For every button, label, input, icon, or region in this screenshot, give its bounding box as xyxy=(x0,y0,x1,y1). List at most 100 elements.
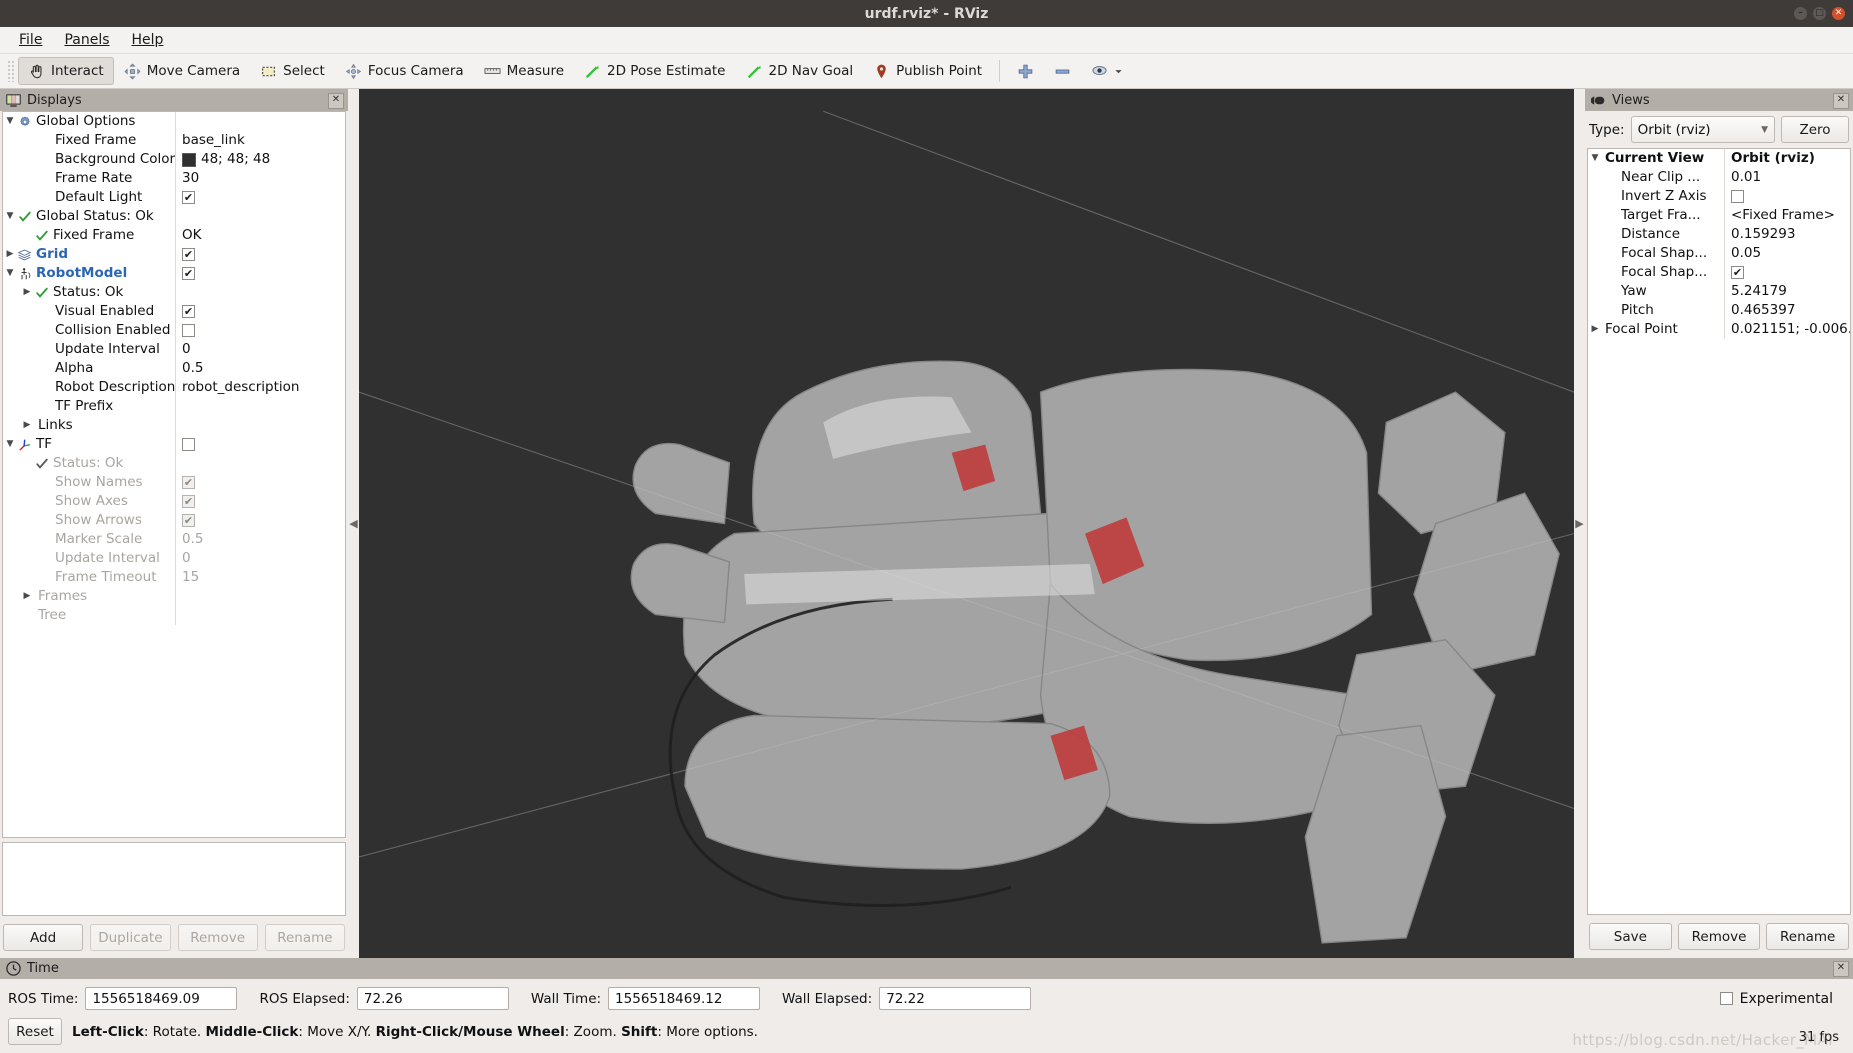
views-tree[interactable]: ▼ Current View Orbit (rviz) Near Clip ... 0.… xyxy=(1587,148,1851,915)
save-view-button[interactable]: Save xyxy=(1589,923,1672,950)
displays-tree-row[interactable]: ▼ RobotModel ✔ xyxy=(3,264,345,283)
tool-interact[interactable]: Interact xyxy=(18,57,114,85)
displays-row-checkbox[interactable]: ✔ xyxy=(182,438,195,451)
views-row-checkbox[interactable]: ✔ xyxy=(1731,266,1744,279)
displays-tree-row[interactable]: Background Color 48; 48; 48 xyxy=(3,150,345,169)
expander-right-icon[interactable]: ▶ xyxy=(20,416,34,435)
displays-tree-row[interactable]: Fixed Frame OK xyxy=(3,226,345,245)
views-row-value-cell[interactable]: ✔ xyxy=(1724,263,1850,282)
time-close-icon[interactable]: ✕ xyxy=(1833,961,1849,977)
maximize-button[interactable]: □ xyxy=(1813,7,1826,20)
remove-display-button[interactable]: Remove xyxy=(177,924,258,951)
tool-visibility[interactable] xyxy=(1081,57,1133,85)
experimental-checkbox[interactable]: ✔ xyxy=(1719,992,1733,1005)
views-row-value-cell[interactable]: 0.05 xyxy=(1724,244,1850,263)
displays-row-checkbox[interactable]: ✔ xyxy=(182,267,195,280)
displays-row-value-cell[interactable]: ✔ xyxy=(175,321,345,340)
displays-row-value-cell[interactable]: 0 xyxy=(175,340,345,359)
time-field-input[interactable]: 72.26 xyxy=(356,987,509,1010)
views-row-value-cell[interactable]: 0.159293 xyxy=(1724,225,1850,244)
toolbar-grip[interactable] xyxy=(7,60,15,82)
views-row-value-cell[interactable]: 0.01 xyxy=(1724,168,1850,187)
displays-tree-row[interactable]: Update Interval 0 xyxy=(3,549,345,568)
views-row-value-cell[interactable]: 0.465397 xyxy=(1724,301,1850,320)
displays-row-value-cell[interactable] xyxy=(175,397,345,416)
expander-right-icon[interactable]: ▶ xyxy=(20,587,34,606)
displays-row-checkbox[interactable]: ✔ xyxy=(182,324,195,337)
reset-button[interactable]: Reset xyxy=(8,1018,62,1045)
views-tree-row[interactable]: Invert Z Axis ✔ xyxy=(1588,187,1850,206)
views-tree-row[interactable]: Pitch 0.465397 xyxy=(1588,301,1850,320)
displays-row-value-cell[interactable] xyxy=(175,454,345,473)
zero-view-button[interactable]: Zero xyxy=(1781,116,1849,143)
views-tree-row[interactable]: Focal Shap... 0.05 xyxy=(1588,244,1850,263)
time-field-input[interactable]: 1556518469.09 xyxy=(85,987,238,1010)
expander-right-icon[interactable]: ▶ xyxy=(20,283,34,302)
displays-tree-row[interactable]: Robot Description robot_description xyxy=(3,378,345,397)
views-row-value-cell[interactable]: <Fixed Frame> xyxy=(1724,206,1850,225)
displays-tree-row[interactable]: Status: Ok xyxy=(3,454,345,473)
displays-tree-row[interactable]: Update Interval 0 xyxy=(3,340,345,359)
tool-2d-nav-goal[interactable]: 2D Nav Goal xyxy=(736,57,864,85)
displays-tree-row[interactable]: Frame Timeout 15 xyxy=(3,568,345,587)
minimize-button[interactable]: – xyxy=(1794,7,1807,20)
displays-tree-row[interactable]: Frame Rate 30 xyxy=(3,169,345,188)
displays-row-checkbox[interactable]: ✔ xyxy=(182,248,195,261)
displays-tree-row[interactable]: Marker Scale 0.5 xyxy=(3,530,345,549)
views-row-value-cell[interactable]: Orbit (rviz) xyxy=(1724,149,1850,168)
displays-row-value-cell[interactable]: ✔ xyxy=(175,245,345,264)
displays-tree[interactable]: ▼ Global Options Fixed Frame base_link Backg… xyxy=(2,111,346,838)
displays-tree-row[interactable]: Collision Enabled ✔ xyxy=(3,321,345,340)
displays-tree-row[interactable]: ▶ Status: Ok xyxy=(3,283,345,302)
expander-down-icon[interactable]: ▼ xyxy=(3,112,17,131)
displays-tree-row[interactable]: Show Arrows ✔ xyxy=(3,511,345,530)
view-type-select[interactable]: Orbit (rviz) ▼ xyxy=(1630,116,1775,143)
displays-row-value-cell[interactable] xyxy=(175,606,345,625)
tool-move-camera[interactable]: Move Camera xyxy=(114,57,250,85)
displays-tree-row[interactable]: Show Axes ✔ xyxy=(3,492,345,511)
expander-right-icon[interactable]: ▶ xyxy=(1588,320,1602,339)
displays-row-value-cell[interactable]: 48; 48; 48 xyxy=(175,150,345,169)
displays-tree-row[interactable]: ▶ Grid ✔ xyxy=(3,245,345,264)
displays-row-value-cell[interactable] xyxy=(175,416,345,435)
displays-tree-row[interactable]: TF Prefix xyxy=(3,397,345,416)
duplicate-display-button[interactable]: Duplicate xyxy=(90,924,171,951)
displays-tree-row[interactable]: Visual Enabled ✔ xyxy=(3,302,345,321)
displays-row-value-cell[interactable]: ✔ xyxy=(175,302,345,321)
views-tree-row[interactable]: ▶ Focal Point 0.021151; -0.006... xyxy=(1588,320,1850,339)
displays-tree-row[interactable]: Alpha 0.5 xyxy=(3,359,345,378)
displays-tree-row[interactable]: ▶ Links xyxy=(3,416,345,435)
displays-row-checkbox[interactable]: ✔ xyxy=(182,514,195,527)
displays-row-value-cell[interactable]: 0 xyxy=(175,549,345,568)
tool-publish-point[interactable]: Publish Point xyxy=(863,57,992,85)
expander-down-icon[interactable]: ▼ xyxy=(1588,149,1602,168)
displays-row-value-cell[interactable] xyxy=(175,112,345,131)
right-splitter-handle[interactable]: ▶ xyxy=(1574,89,1585,958)
remove-view-button[interactable]: Remove xyxy=(1677,923,1761,950)
time-field-input[interactable]: 72.22 xyxy=(879,987,1032,1010)
displays-tree-row[interactable]: ▼ Global Options xyxy=(3,112,345,131)
add-display-button[interactable]: Add xyxy=(3,924,84,951)
tool-remove-panel[interactable] xyxy=(1044,57,1081,85)
displays-row-checkbox[interactable]: ✔ xyxy=(182,476,195,489)
displays-row-value-cell[interactable]: ✔ xyxy=(175,473,345,492)
expander-right-icon[interactable]: ▶ xyxy=(3,245,17,264)
views-tree-row[interactable]: Yaw 5.24179 xyxy=(1588,282,1850,301)
displays-row-value-cell[interactable]: ✔ xyxy=(175,188,345,207)
displays-tree-row[interactable]: Fixed Frame base_link xyxy=(3,131,345,150)
displays-row-value-cell[interactable]: ✔ xyxy=(175,435,345,454)
displays-tree-row[interactable]: ▼ TF ✔ xyxy=(3,435,345,454)
displays-row-checkbox[interactable]: ✔ xyxy=(182,495,195,508)
views-close-icon[interactable]: ✕ xyxy=(1833,93,1849,109)
displays-row-value-cell[interactable]: 0.5 xyxy=(175,359,345,378)
rename-display-button[interactable]: Rename xyxy=(264,924,345,951)
tool-select[interactable]: Select xyxy=(250,57,335,85)
displays-row-value-cell[interactable]: base_link xyxy=(175,131,345,150)
views-row-checkbox[interactable]: ✔ xyxy=(1731,190,1744,203)
displays-row-value-cell[interactable] xyxy=(175,283,345,302)
tool-2d-pose-estimate[interactable]: 2D Pose Estimate xyxy=(574,57,735,85)
views-row-value-cell[interactable]: 0.021151; -0.006... xyxy=(1724,320,1850,339)
tool-add-panel[interactable] xyxy=(1007,57,1044,85)
views-tree-row[interactable]: Focal Shap... ✔ xyxy=(1588,263,1850,282)
displays-row-value-cell[interactable] xyxy=(175,207,345,226)
